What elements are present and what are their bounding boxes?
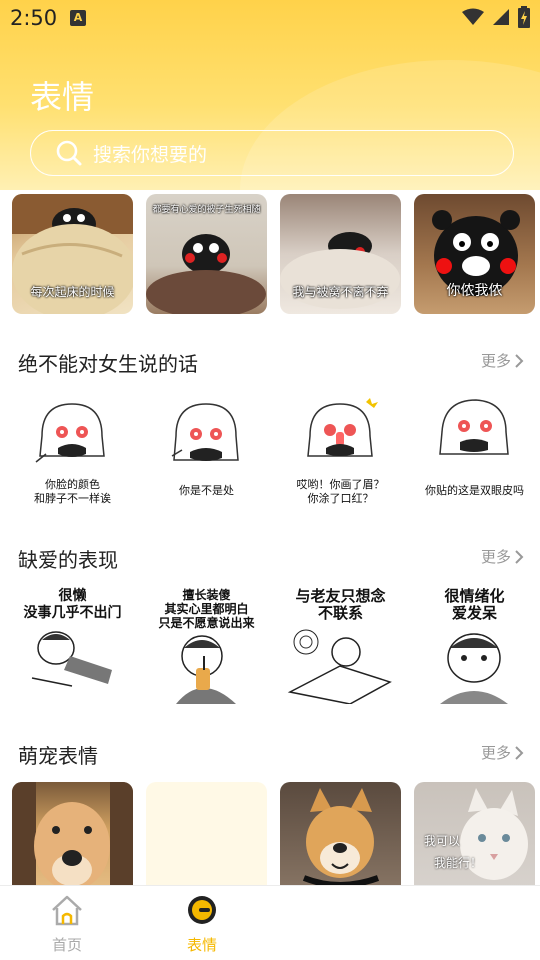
bottom-nav: 首页 表情 — [0, 885, 540, 960]
section-header: 萌宠表情 更多 — [18, 740, 524, 770]
ghost-girl-image — [307, 398, 378, 457]
featured-thumb[interactable]: 都要有心爱的被子生死相随 — [146, 194, 267, 314]
wifi-icon — [462, 8, 484, 25]
emoji-heading: 只是不愿意说出来 — [158, 616, 255, 630]
emoji-item[interactable]: 很懒 没事几乎不出门 — [12, 584, 133, 704]
emoji-caption: 哎哟！你画了眉？ — [296, 478, 385, 491]
nav-label: 表情 — [186, 936, 217, 954]
dog-image — [12, 782, 133, 885]
section-title: 萌宠表情 — [18, 744, 98, 768]
emoji-item[interactable]: 很情绪化 爱发呆 — [414, 584, 535, 704]
more-link[interactable]: 更多 — [481, 350, 524, 371]
header: 2:50 A 表情 搜索你想要的 — [0, 0, 540, 190]
emoji-row: 很懒 没事几乎不出门 擅长装傻 其实心里都明白 只是不愿意说出来 与老友只想念 — [12, 584, 535, 704]
emoji-heading: 擅长装傻 — [182, 588, 231, 602]
signal-icon — [493, 9, 509, 25]
emoji-heading: 爱发呆 — [451, 604, 497, 622]
emoji-caption: 你脸的颜色 — [45, 478, 100, 491]
chevron-right-icon — [515, 549, 524, 564]
battery-icon — [518, 6, 530, 28]
section-title: 缺爱的表现 — [18, 548, 118, 572]
chevron-right-icon — [515, 353, 524, 368]
page-title: 表情 — [30, 78, 95, 116]
section-header: 缺爱的表现 更多 — [18, 544, 524, 574]
emoji-item[interactable]: 你是不是处 — [146, 394, 267, 514]
search-placeholder: 搜索你想要的 — [93, 143, 208, 166]
emoji-caption: 你是不是处 — [179, 484, 234, 497]
emoji-item[interactable]: 与老友只想念 不联系 — [280, 584, 401, 704]
nav-emoji[interactable]: 表情 — [157, 894, 247, 955]
staring-man-image — [440, 633, 508, 704]
pet-row: 我可以 我能行！ — [12, 782, 535, 885]
more-label: 更多 — [480, 744, 511, 762]
status-time: 2:50 — [10, 6, 58, 30]
pet-thumb[interactable] — [12, 782, 133, 885]
pet-caption: 我可以 — [424, 834, 461, 848]
ghost-girl-image — [171, 403, 239, 461]
emoji-heading: 很懒 — [58, 588, 87, 604]
emoji-item[interactable]: 擅长装傻 其实心里都明白 只是不愿意说出来 — [146, 584, 267, 704]
emoji-item[interactable]: 你脸的颜色 和脖子不一样诶 — [12, 394, 133, 514]
emoji-heading: 不联系 — [317, 604, 363, 622]
featured-thumb[interactable]: 每次起床的时候 — [12, 194, 133, 314]
home-icon — [52, 895, 82, 926]
emoji-caption: 和脖子不一样诶 — [34, 492, 111, 505]
search-icon — [56, 140, 82, 166]
emoji-item[interactable]: 你贴的这是双眼皮吗 — [414, 394, 535, 514]
emoji-caption: 你涂了口红？ — [307, 492, 374, 505]
thumb-caption: 你侬我侬 — [446, 283, 503, 299]
thumb-caption: 我与被窝不离不弃 — [292, 285, 389, 299]
emoji-heading: 其实心里都明白 — [164, 602, 249, 616]
section-title: 绝不能对女生说的话 — [18, 352, 198, 376]
emoji-heading: 没事几乎不出门 — [23, 605, 122, 621]
featured-row: 每次起床的时候 都要有心爱的被子生死相随 我与被窝不离不弃 你侬我侬 — [12, 194, 535, 314]
emoji-caption: 你贴的这是双眼皮吗 — [425, 484, 524, 497]
search-input[interactable]: 搜索你想要的 — [30, 130, 514, 176]
shiba-image — [302, 788, 380, 885]
emoji-heading: 很情绪化 — [444, 587, 505, 605]
emoji-item[interactable]: 哎哟！你画了眉？ 你涂了口红？ — [280, 394, 401, 514]
featured-thumb[interactable]: 你侬我侬 — [414, 194, 535, 314]
bubble-tea-man-image — [176, 635, 236, 704]
pet-thumb[interactable] — [280, 782, 401, 885]
pet-thumb[interactable]: 我可以 我能行！ — [414, 782, 535, 885]
notification-icon: A — [70, 10, 86, 26]
more-label: 更多 — [480, 352, 511, 370]
ghost-girl-image — [35, 403, 105, 463]
nav-label: 首页 — [51, 936, 82, 954]
sleeping-man-image — [287, 629, 392, 704]
chevron-right-icon — [515, 745, 524, 760]
more-link[interactable]: 更多 — [481, 742, 524, 763]
status-icons — [462, 6, 530, 28]
status-bar: 2:50 A — [0, 0, 540, 38]
thumb-caption: 每次起床的时候 — [30, 285, 115, 299]
section-header: 绝不能对女生说的话 更多 — [18, 348, 524, 378]
emoji-row: 你脸的颜色 和脖子不一样诶 你是不是处 哎哟！你画了眉？ 你涂了口红？ 你贴的这… — [12, 394, 535, 514]
main-content[interactable]: 每次起床的时候 都要有心爱的被子生死相随 我与被窝不离不弃 你侬我侬 绝不能对女… — [0, 190, 540, 885]
more-label: 更多 — [480, 548, 511, 566]
ghost-girl-image — [439, 399, 509, 455]
more-link[interactable]: 更多 — [481, 546, 524, 567]
nav-home[interactable]: 首页 — [22, 894, 112, 955]
thumb-caption: 都要有心爱的被子生死相随 — [152, 205, 261, 215]
lazy-man-image — [31, 631, 112, 687]
pet-thumb[interactable] — [146, 782, 267, 885]
pet-caption: 我能行！ — [434, 856, 483, 870]
emoji-face-icon — [188, 896, 216, 924]
emoji-heading: 与老友只想念 — [295, 587, 386, 605]
featured-thumb[interactable]: 我与被窝不离不弃 — [280, 194, 401, 314]
